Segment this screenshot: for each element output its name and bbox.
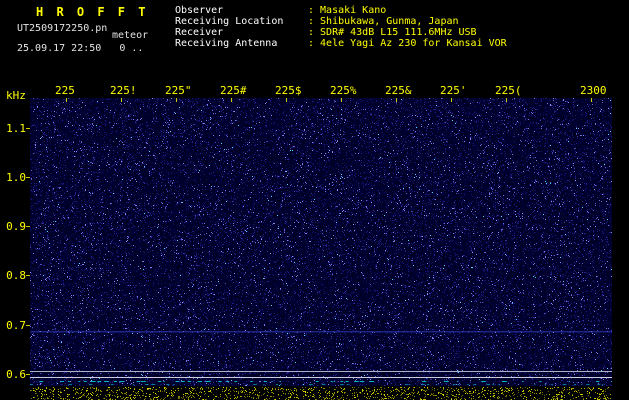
info-value-receiver: : SDR# 43dB L15 111.6MHz USB [308,27,477,38]
y-axis-tick [26,374,30,375]
y-axis-freq-label: 0.9 [6,220,26,233]
y-axis-tick [26,226,30,227]
x-axis-time-label: 225% [330,84,357,97]
x-axis-tick [451,98,452,102]
x-axis-time-label: 225" [165,84,192,97]
timestamp: 25.09.17 22:50 0 .. [17,43,144,54]
x-axis-time-label: 225! [110,84,137,97]
x-axis-tick [341,98,342,102]
signal-level-strip-canvas [30,387,612,400]
info-value-observer: : Masaki Kano [308,5,387,16]
hrofft-output-screen: H R O F F T UT2509172250.pn meteor 25.09… [0,0,629,400]
y-axis-freq-label: 1.0 [6,171,26,184]
info-label-receiving-location: Receiving Location [175,16,284,27]
x-axis-tick [231,98,232,102]
y-axis-freq-label: 1.1 [6,122,26,135]
x-axis-tick [591,98,592,102]
y-axis-freq-label: 0.7 [6,319,26,332]
y-axis-tick [26,128,30,129]
y-axis-freq-label: 0.6 [6,368,26,381]
x-axis-tick [66,98,67,102]
x-axis-time-label: 225( [495,84,522,97]
x-axis-tick [121,98,122,102]
info-label-observer: Observer [175,5,224,16]
spectrogram-canvas [30,98,612,386]
x-axis-tick [286,98,287,102]
station-name: meteor [112,30,149,41]
info-label-receiving-antenna: Receiving Antenna [175,38,278,49]
y-axis-tick [26,177,30,178]
x-axis-time-label: 225$ [275,84,302,97]
x-axis-tick [176,98,177,102]
x-axis-time-label: 225# [220,84,247,97]
info-value-receiving-location: : Shibukawa, Gunma, Japan [308,16,459,27]
app-title: H R O F F T [36,5,149,19]
x-axis-time-label: 225& [385,84,412,97]
output-filename: UT2509172250.pn [17,23,108,34]
y-axis-tick [26,275,30,276]
y-axis-tick [26,325,30,326]
y-axis-freq-label: 0.8 [6,269,26,282]
y-axis-unit-label: kHz [6,89,26,102]
x-axis-time-label: 225 [55,84,75,97]
x-axis-time-label: 2300 [580,84,607,97]
x-axis-tick [396,98,397,102]
info-value-receiving-antenna: : 4ele Yagi Az 230 for Kansai VOR [308,38,507,49]
info-label-receiver: Receiver [175,27,224,38]
x-axis-time-label: 225' [440,84,467,97]
x-axis-tick [506,98,507,102]
